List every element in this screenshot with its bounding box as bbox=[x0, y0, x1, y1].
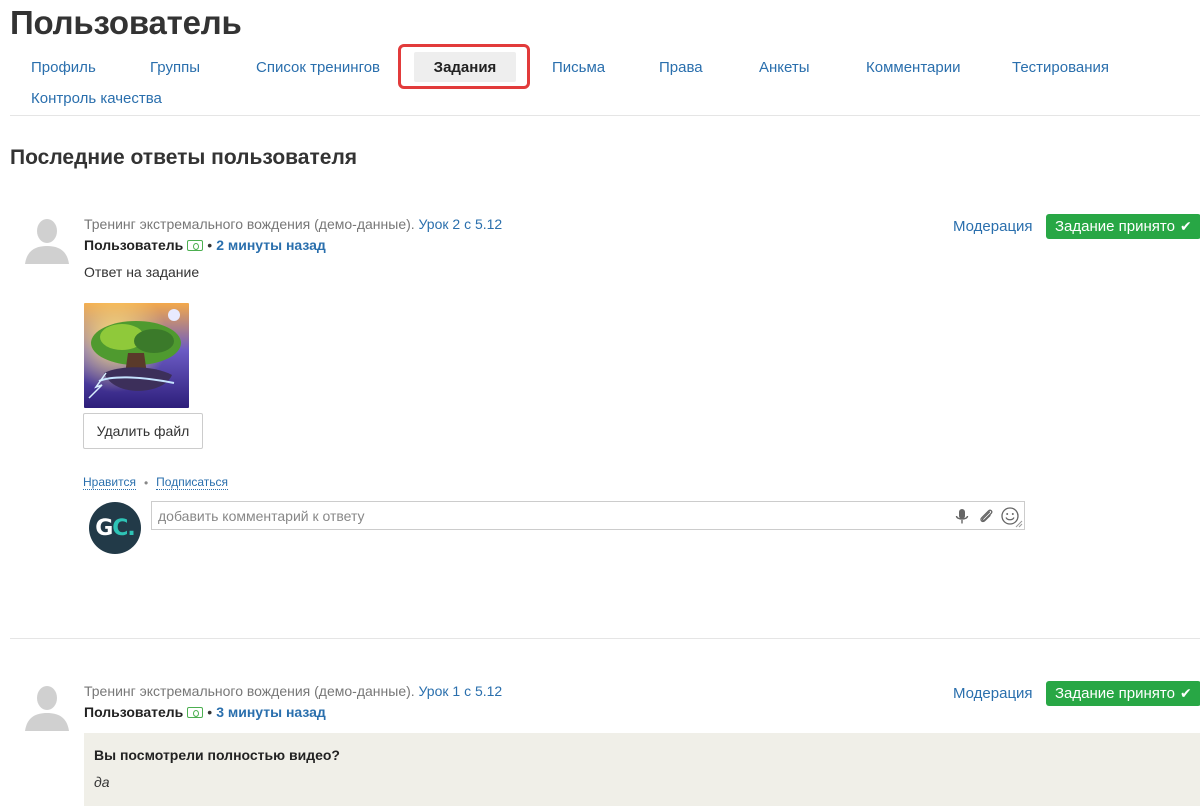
tab-surveys[interactable]: Анкеты bbox=[759, 59, 810, 76]
attached-image-thumbnail[interactable] bbox=[84, 303, 189, 408]
tabs-divider bbox=[10, 115, 1200, 116]
question-text: Вы посмотрели полностью видео? bbox=[94, 747, 340, 763]
answer-meta: Тренинг экстремального вождения (демо-да… bbox=[84, 216, 502, 232]
task-accepted-label: Задание принято bbox=[1055, 685, 1175, 702]
like-link[interactable]: Нравится bbox=[83, 475, 136, 490]
moderation-link[interactable]: Модерация bbox=[953, 218, 1033, 235]
microphone-icon[interactable] bbox=[952, 506, 972, 526]
check-icon: ✔ bbox=[1179, 685, 1192, 701]
avatar-letter-c: C bbox=[112, 515, 128, 541]
avatar-letter-g: G bbox=[95, 515, 113, 541]
check-icon: ✔ bbox=[1179, 218, 1192, 234]
task-accepted-label: Задание принято bbox=[1055, 218, 1175, 235]
tab-profile[interactable]: Профиль bbox=[31, 59, 96, 76]
resize-grip-icon[interactable] bbox=[1015, 520, 1023, 528]
answer-time-link[interactable]: 2 минуты назад bbox=[216, 237, 326, 253]
tab-testing[interactable]: Тестирования bbox=[1012, 59, 1109, 76]
paperclip-icon[interactable] bbox=[976, 506, 996, 526]
question-block: Вы посмотрели полностью видео? да bbox=[84, 733, 1200, 806]
separator-dot: • bbox=[143, 475, 149, 490]
answer-text: Ответ на задание bbox=[84, 264, 200, 280]
answer-author-line: Пользователь • 3 минуты назад bbox=[84, 704, 326, 720]
answer-actions: Нравится • Подписаться bbox=[83, 475, 229, 490]
moderation-link[interactable]: Модерация bbox=[953, 685, 1033, 702]
comment-box bbox=[151, 501, 1025, 530]
avatar-dot: . bbox=[127, 515, 135, 541]
tab-rights[interactable]: Права bbox=[659, 59, 703, 76]
question-answer: да bbox=[94, 774, 110, 790]
task-accepted-badge[interactable]: Задание принято ✔ bbox=[1046, 214, 1200, 239]
money-icon bbox=[187, 239, 204, 251]
user-avatar-icon[interactable] bbox=[22, 681, 72, 731]
user-tabs: Профиль Группы Список тренингов Задания … bbox=[0, 0, 1200, 116]
answer-author-line: Пользователь • 2 минуты назад bbox=[84, 237, 326, 253]
tab-trainings-list[interactable]: Список тренингов bbox=[256, 59, 380, 76]
delete-file-button[interactable]: Удалить файл bbox=[83, 413, 203, 449]
comment-input[interactable] bbox=[152, 502, 942, 529]
answer-meta: Тренинг экстремального вождения (демо-да… bbox=[84, 683, 502, 699]
subscribe-link[interactable]: Подписаться bbox=[156, 475, 229, 490]
page: Пользователь Профиль Группы Список трени… bbox=[0, 0, 1200, 806]
money-icon bbox=[187, 706, 204, 718]
commenter-avatar: GC. bbox=[89, 502, 141, 554]
task-accepted-badge[interactable]: Задание принято ✔ bbox=[1046, 681, 1200, 706]
training-name: Тренинг экстремального вождения (демо-да… bbox=[84, 216, 415, 232]
separator-dot: • bbox=[207, 237, 213, 253]
separator-dot: • bbox=[207, 704, 213, 720]
answer-divider bbox=[10, 638, 1200, 639]
tab-tasks[interactable]: Задания bbox=[414, 52, 516, 82]
lesson-link[interactable]: Урок 1 с 5.12 bbox=[419, 683, 503, 699]
tab-letters[interactable]: Письма bbox=[552, 59, 605, 76]
tab-quality-control[interactable]: Контроль качества bbox=[31, 90, 162, 107]
author-name[interactable]: Пользователь bbox=[84, 237, 183, 253]
lesson-link[interactable]: Урок 2 с 5.12 bbox=[419, 216, 503, 232]
section-title: Последние ответы пользователя bbox=[10, 146, 358, 169]
training-name: Тренинг экстремального вождения (демо-да… bbox=[84, 683, 415, 699]
author-name[interactable]: Пользователь bbox=[84, 704, 183, 720]
tab-groups[interactable]: Группы bbox=[150, 59, 200, 76]
user-avatar-icon[interactable] bbox=[22, 214, 72, 264]
answer-time-link[interactable]: 3 минуты назад bbox=[216, 704, 326, 720]
tab-comments[interactable]: Комментарии bbox=[866, 59, 960, 76]
